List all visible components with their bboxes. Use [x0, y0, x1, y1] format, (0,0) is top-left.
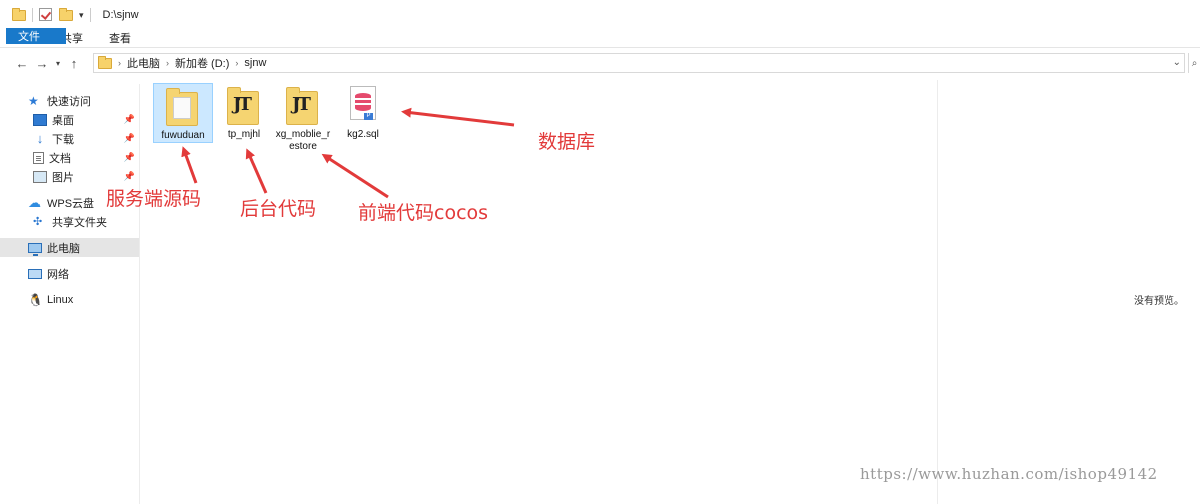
search-box[interactable]: ⌕ — [1188, 53, 1200, 73]
share-icon: ✣ — [33, 215, 43, 228]
star-icon: ★ — [28, 93, 39, 108]
folder-icon: JT — [278, 83, 328, 127]
annotation-server-source: 服务端源码 — [106, 188, 202, 210]
file-name: fuwuduan — [161, 130, 205, 141]
nav-item-label: WPS云盘 — [47, 197, 95, 210]
back-arrow-icon[interactable]: ← — [12, 56, 32, 71]
computer-icon — [28, 242, 42, 256]
annotation-admin-code: 后台代码 — [240, 198, 317, 220]
chevron-right-icon[interactable]: › — [166, 58, 169, 68]
breadcrumb-drive[interactable]: 新加卷 (D:) — [175, 55, 229, 71]
tab-file[interactable]: 文件 — [6, 28, 66, 44]
new-folder-icon[interactable] — [59, 8, 73, 22]
nav-item-label: 下载 — [52, 133, 74, 146]
pin-icon: 📌 — [123, 114, 135, 124]
up-arrow-icon[interactable]: ↑ — [64, 56, 84, 71]
address-bar[interactable]: › 此电脑 › 新加卷 (D:) › sjnw ⌄ — [93, 53, 1185, 73]
picture-icon — [33, 170, 47, 183]
desktop-icon — [33, 113, 47, 126]
pin-icon: 📌 — [123, 133, 135, 143]
address-history-chevron-icon[interactable]: ⌄ — [1173, 57, 1181, 68]
file-item-xg-moblie-restore[interactable]: JT xg_moblie_restore — [273, 83, 333, 153]
no-preview-text: 没有预览。 — [1134, 296, 1184, 307]
watermark: https://www.huzhan.com/ishop49142 — [860, 465, 1158, 483]
nav-item-this-pc[interactable]: 此电脑 — [0, 238, 139, 257]
cloud-icon: ☁ — [28, 194, 41, 210]
nav-item-desktop[interactable]: 桌面 📌 — [0, 110, 139, 129]
file-item-kg2-sql[interactable]: P kg2.sql — [333, 83, 393, 141]
document-icon — [33, 151, 44, 164]
nav-item-label: 网络 — [47, 268, 69, 281]
database-file-icon: P — [338, 83, 388, 127]
nav-item-shared-folder[interactable]: ✣ 共享文件夹 — [0, 212, 139, 231]
file-item-fuwuduan[interactable]: fuwuduan — [153, 83, 213, 143]
divider — [32, 8, 33, 22]
nav-item-downloads[interactable]: ↓ 下载 📌 — [0, 129, 139, 148]
forward-arrow-icon[interactable]: → — [32, 56, 52, 71]
window-title: D:\sjnw — [102, 9, 139, 21]
nav-item-label: 共享文件夹 — [52, 216, 107, 229]
penguin-icon: 🐧 — [28, 292, 43, 307]
annotation-frontend-code: 前端代码cocos — [358, 202, 489, 224]
nav-item-network[interactable]: 网络 — [0, 264, 139, 283]
pin-icon: 📌 — [123, 152, 135, 162]
file-name: xg_moblie_restore — [275, 129, 331, 152]
ribbon-tabs: 文件 主页 共享 查看 — [0, 28, 1200, 48]
navigation-row: ← → ▾ ↑ › 此电脑 › 新加卷 (D:) › sjnw ⌄ — [0, 52, 1200, 74]
nav-item-label: 此电脑 — [47, 242, 80, 255]
navigation-pane: ★ 快速访问 桌面 📌 ↓ 下载 📌 文档 📌 图片 📌 ☁ WPS云盘 ✣ 共… — [0, 84, 140, 504]
breadcrumb-this-pc[interactable]: 此电脑 — [127, 55, 160, 71]
nav-item-label: Linux — [47, 293, 74, 306]
network-icon — [28, 268, 42, 279]
nav-item-quick-access[interactable]: ★ 快速访问 — [0, 91, 139, 110]
recent-locations-chevron-icon[interactable]: ▾ — [52, 59, 64, 68]
download-arrow-icon: ↓ — [36, 130, 44, 146]
nav-item-label: 桌面 — [52, 114, 74, 127]
file-name: kg2.sql — [347, 129, 379, 140]
title-bar: ▾ D:\sjnw — [0, 0, 1200, 30]
folder-icon[interactable] — [12, 8, 26, 22]
quick-access-dropdown-icon[interactable]: ▾ — [79, 10, 84, 21]
tab-view[interactable]: 查看 — [96, 28, 144, 47]
nav-item-linux[interactable]: 🐧 Linux — [0, 290, 139, 309]
pin-icon: 📌 — [123, 171, 135, 181]
nav-item-label: 快速访问 — [47, 95, 91, 108]
file-item-tp-mjhl[interactable]: JT tp_mjhl — [214, 83, 274, 141]
properties-check-icon[interactable] — [39, 8, 53, 22]
nav-item-label: 图片 — [52, 171, 74, 184]
annotation-database: 数据库 — [538, 131, 596, 153]
chevron-right-icon[interactable]: › — [118, 58, 121, 68]
file-name: tp_mjhl — [227, 129, 261, 140]
breadcrumb-folder[interactable]: sjnw — [244, 57, 266, 69]
preview-pane: 没有预览。 — [937, 80, 1200, 504]
folder-icon — [158, 84, 208, 128]
chevron-right-icon[interactable]: › — [235, 58, 238, 68]
divider — [89, 8, 91, 22]
nav-item-documents[interactable]: 文档 📌 — [0, 148, 139, 167]
folder-icon: JT — [219, 83, 269, 127]
nav-item-label: 文档 — [49, 152, 71, 165]
folder-icon — [98, 56, 112, 70]
